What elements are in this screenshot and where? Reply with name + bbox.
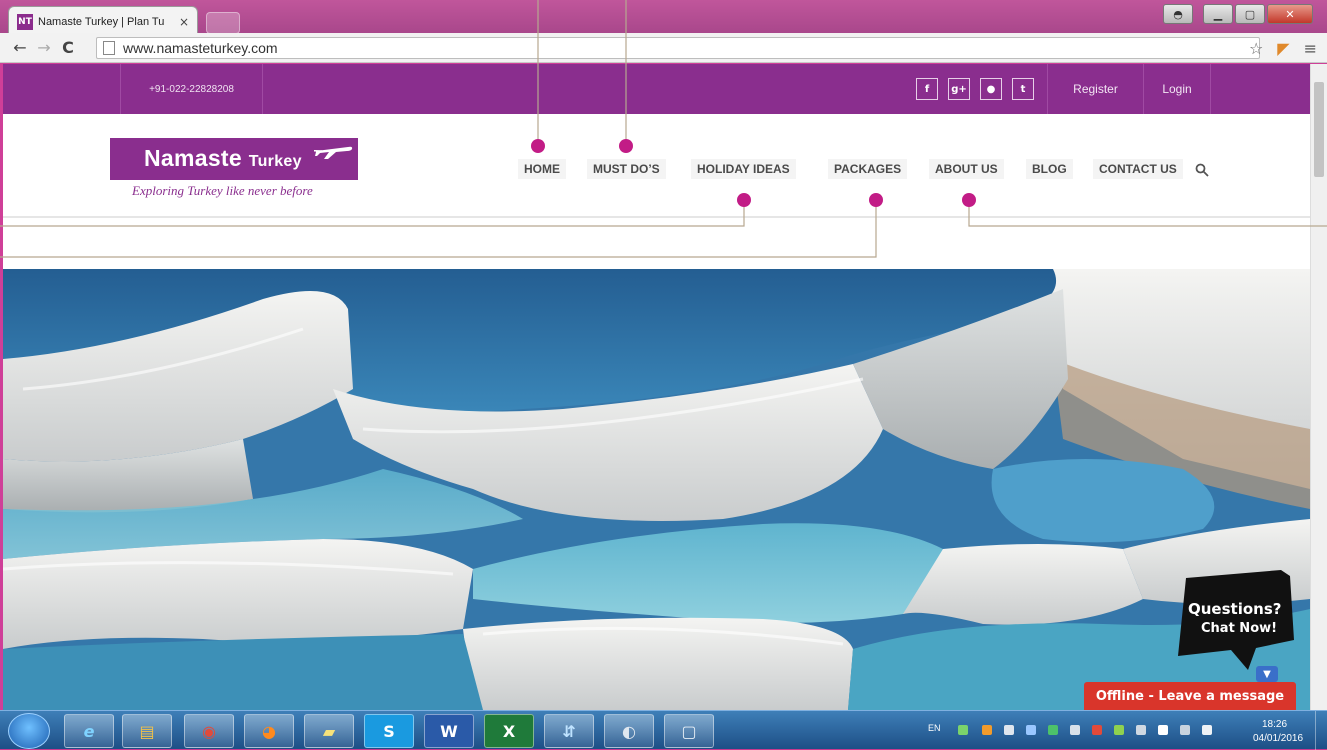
browser-tab[interactable]: NT Namaste Turkey | Plan Tu × — [8, 6, 198, 36]
register-link[interactable]: Register — [1047, 64, 1143, 114]
chat-flag-icon[interactable] — [1176, 570, 1298, 670]
chrome-icon[interactable]: ◉ — [184, 714, 234, 748]
tab-title: Namaste Turkey | Plan Tu — [38, 15, 165, 28]
show-desktop-button[interactable] — [1315, 711, 1327, 750]
snipping-tool-icon[interactable]: ◐ — [604, 714, 654, 748]
tray-app-icon[interactable] — [1158, 725, 1168, 735]
close-tab-icon[interactable]: × — [179, 15, 189, 29]
menu-icon[interactable]: ≡ — [1304, 39, 1317, 58]
nav-holiday-ideas[interactable]: HOLIDAY IDEAS — [691, 159, 796, 179]
file-explorer-icon[interactable]: ▤ — [122, 714, 172, 748]
system-tray: EN 18:26 04/01/2016 — [920, 711, 1327, 750]
clock-date[interactable]: 04/01/2016 — [1253, 733, 1303, 744]
reload-button[interactable]: C — [56, 38, 80, 57]
nav-packages[interactable]: PACKAGES — [828, 159, 908, 179]
tray-app-icon[interactable] — [1070, 725, 1080, 735]
network-icon[interactable] — [1180, 725, 1190, 735]
minimize-button[interactable]: ▁ — [1203, 4, 1233, 24]
extension-icon[interactable]: ◤ — [1277, 39, 1289, 58]
window-preview-icon[interactable]: ▢ — [664, 714, 714, 748]
nav-blog[interactable]: BLOG — [1026, 159, 1073, 179]
bookmark-star-icon[interactable]: ☆ — [1249, 39, 1263, 58]
favicon-icon: NT — [17, 13, 33, 30]
screen: NT Namaste Turkey | Plan Tu × ◓ ▁ ▢ ✕ ← … — [0, 0, 1327, 750]
signal-icon[interactable] — [1136, 725, 1146, 735]
user-profile-icon[interactable]: ◓ — [1163, 4, 1193, 24]
browser-toolbar: ← → C www.namasteturkey.com ☆ ◤ ≡ — [0, 33, 1327, 63]
tray-app-icon[interactable] — [1048, 725, 1058, 735]
instagram-icon[interactable]: ● — [980, 78, 1002, 100]
scroll-thumb[interactable] — [1314, 82, 1324, 177]
new-tab-button[interactable] — [206, 12, 240, 34]
maximize-button[interactable]: ▢ — [1235, 4, 1265, 24]
tray-app-icon[interactable] — [1114, 725, 1124, 735]
twitter-icon[interactable]: t — [1012, 78, 1034, 100]
language-indicator[interactable]: EN — [928, 723, 941, 733]
clock-time[interactable]: 18:26 — [1262, 719, 1287, 730]
volume-icon[interactable] — [1202, 725, 1212, 735]
tray-app-icon[interactable] — [1092, 725, 1102, 735]
forward-button[interactable]: → — [32, 38, 56, 57]
bluetooth-icon[interactable] — [1026, 725, 1036, 735]
site-header: Namaste Turkey Exploring Turkey like nev… — [3, 114, 1310, 218]
chat-questions-text[interactable]: Questions? — [1188, 600, 1281, 618]
toolbar-actions: ☆ ◤ ≡ — [1249, 39, 1317, 58]
nav-contact-us[interactable]: CONTACT US — [1093, 159, 1183, 179]
chevron-down-icon[interactable]: ▼ — [1256, 666, 1278, 682]
google-plus-icon[interactable]: g+ — [948, 78, 970, 100]
back-button[interactable]: ← — [8, 38, 32, 57]
tray-app-icon[interactable] — [1004, 725, 1014, 735]
page-icon — [103, 41, 115, 55]
site-top-bar: +91-022-22828208 f g+ ● t Register Login — [3, 64, 1310, 114]
phone-number: +91-022-22828208 — [120, 64, 263, 114]
windows-taskbar: e ▤ ◉ ◕ ▰ S W X ⇵ ◐ ▢ EN 18:26 04/01/201… — [0, 710, 1327, 750]
login-link[interactable]: Login — [1143, 64, 1211, 114]
start-button[interactable] — [8, 713, 50, 749]
offline-message-button[interactable]: Offline - Leave a message — [1084, 682, 1296, 710]
network-app-icon[interactable]: ⇵ — [544, 714, 594, 748]
browser-tab-bar: NT Namaste Turkey | Plan Tu × ◓ ▁ ▢ ✕ — [0, 0, 1327, 36]
internet-explorer-icon[interactable]: e — [64, 714, 114, 748]
nav-must-dos[interactable]: MUST DO’S — [587, 159, 666, 179]
nav-about-us[interactable]: ABOUT US — [929, 159, 1004, 179]
hero-banner-image — [3, 269, 1310, 710]
sticky-notes-icon[interactable]: ▰ — [304, 714, 354, 748]
tray-app-icon[interactable] — [982, 725, 992, 735]
address-bar[interactable]: www.namasteturkey.com — [96, 37, 1260, 59]
social-links: f g+ ● t — [916, 78, 1034, 100]
page-scrollbar[interactable] — [1310, 64, 1327, 710]
chat-now-text[interactable]: Chat Now! — [1201, 621, 1277, 636]
excel-icon[interactable]: X — [484, 714, 534, 748]
url-text: www.namasteturkey.com — [123, 40, 278, 56]
nav-home[interactable]: HOME — [518, 159, 566, 179]
tray-app-icon[interactable] — [958, 725, 968, 735]
facebook-icon[interactable]: f — [916, 78, 938, 100]
search-icon[interactable] — [1195, 163, 1209, 177]
word-icon[interactable]: W — [424, 714, 474, 748]
skype-icon[interactable]: S — [364, 714, 414, 748]
main-navigation: HOME MUST DO’S HOLIDAY IDEAS PACKAGES AB… — [3, 114, 1310, 218]
web-page: +91-022-22828208 f g+ ● t Register Login… — [3, 64, 1310, 710]
close-window-button[interactable]: ✕ — [1267, 4, 1313, 24]
window-controls: ◓ ▁ ▢ ✕ — [1163, 4, 1313, 24]
firefox-icon[interactable]: ◕ — [244, 714, 294, 748]
